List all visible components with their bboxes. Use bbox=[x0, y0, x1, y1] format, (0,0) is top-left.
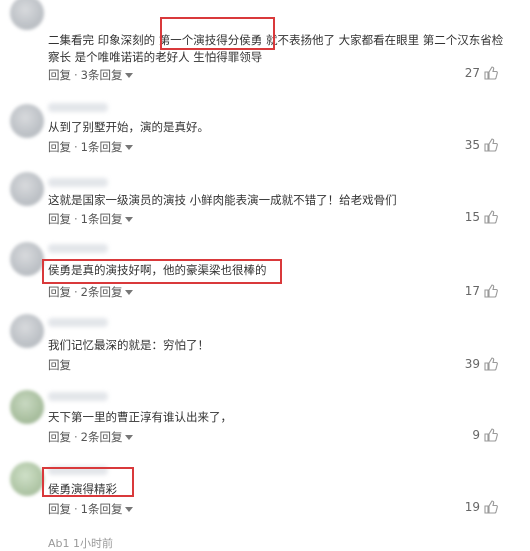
replies-toggle[interactable]: 2条回复 bbox=[81, 284, 123, 300]
comment-text: 侯勇是真的演技好啊，他的豪渠梁也很棒的 bbox=[48, 263, 267, 277]
reply-button[interactable]: 回复 bbox=[48, 211, 71, 227]
like-count: 15 bbox=[464, 210, 480, 224]
reply-button[interactable]: 回复 bbox=[48, 139, 71, 155]
comment-meta: 回复 · 3条回复 bbox=[48, 67, 134, 83]
username[interactable] bbox=[48, 178, 108, 187]
chevron-down-icon[interactable] bbox=[125, 506, 134, 512]
meta-separator: · bbox=[74, 212, 78, 226]
like-button[interactable]: 15 bbox=[465, 210, 498, 224]
comment-text: 侯勇演得精彩 bbox=[48, 482, 117, 496]
avatar[interactable] bbox=[10, 390, 44, 424]
comment-meta: 回复 · 1条回复 bbox=[48, 211, 134, 227]
replies-toggle[interactable]: 1条回复 bbox=[81, 139, 123, 155]
meta-separator: · bbox=[74, 140, 78, 154]
comment-text: 这就是国家一级演员的演技 小鲜肉能表演一成就不错了！给老戏骨们 bbox=[48, 193, 397, 207]
replies-toggle[interactable]: 2条回复 bbox=[81, 429, 123, 445]
comment-item: 这就是国家一级演员的演技 小鲜肉能表演一成就不错了！给老戏骨们 回复 · 1条回… bbox=[0, 172, 530, 238]
username[interactable] bbox=[48, 392, 108, 401]
comment-item: 侯勇演得精彩 回复 · 1条回复 19 bbox=[0, 456, 530, 528]
like-button[interactable]: 19 bbox=[465, 500, 498, 514]
comment-item: 侯勇是真的演技好啊，他的豪渠梁也很棒的 回复 · 2条回复 17 bbox=[0, 238, 530, 304]
meta-separator: · bbox=[74, 430, 78, 444]
reply-button[interactable]: 回复 bbox=[48, 284, 71, 300]
chevron-down-icon[interactable] bbox=[125, 289, 134, 295]
comment-text: 我们记忆最深的就是：穷怕了！ bbox=[48, 338, 209, 352]
like-count: 27 bbox=[464, 66, 480, 80]
replies-toggle[interactable]: 1条回复 bbox=[81, 501, 123, 517]
avatar[interactable] bbox=[10, 104, 44, 138]
comment-item: 天下第一里的曹正淳有谁认出来了， 回复 · 2条回复 9 bbox=[0, 380, 530, 452]
like-count: 17 bbox=[464, 284, 480, 298]
comment-text: 二集看完 印象深刻的 第一个演技得分侯勇 就不表扬他了 大家都看在眼里 第二个汉… bbox=[48, 33, 504, 64]
username[interactable] bbox=[48, 103, 108, 112]
comment-text: 从到了别墅开始，演的是真好。 bbox=[48, 120, 209, 134]
chevron-down-icon[interactable] bbox=[125, 434, 134, 440]
like-button[interactable]: 35 bbox=[465, 138, 498, 152]
meta-separator: · bbox=[74, 285, 78, 299]
like-count: 39 bbox=[464, 357, 480, 371]
like-count: 19 bbox=[464, 500, 480, 514]
avatar[interactable] bbox=[10, 0, 44, 30]
replies-toggle[interactable]: 3条回复 bbox=[81, 67, 123, 83]
reply-button[interactable]: 回复 bbox=[48, 429, 71, 445]
username[interactable] bbox=[48, 244, 108, 253]
like-button[interactable]: 27 bbox=[465, 66, 498, 80]
meta-separator: · bbox=[74, 68, 78, 82]
thumbs-up-icon[interactable] bbox=[484, 428, 498, 442]
reply-button[interactable]: 回复 bbox=[48, 357, 71, 373]
avatar[interactable] bbox=[10, 172, 44, 206]
next-comment-header: Ab1 1小时前 bbox=[48, 537, 114, 550]
thumbs-up-icon[interactable] bbox=[484, 138, 498, 152]
like-button[interactable]: 39 bbox=[465, 357, 498, 371]
thumbs-up-icon[interactable] bbox=[484, 500, 498, 514]
avatar[interactable] bbox=[10, 314, 44, 348]
like-button[interactable]: 9 bbox=[472, 428, 498, 442]
comment-item: 从到了别墅开始，演的是真好。 回复 · 1条回复 35 bbox=[0, 96, 530, 162]
comment-item: 二集看完 印象深刻的 第一个演技得分侯勇 就不表扬他了 大家都看在眼里 第二个汉… bbox=[0, 0, 530, 90]
reply-button[interactable]: 回复 bbox=[48, 67, 71, 83]
comment-meta: 回复 bbox=[48, 357, 71, 373]
comment-meta: 回复 · 2条回复 bbox=[48, 429, 134, 445]
thumbs-up-icon[interactable] bbox=[484, 210, 498, 224]
comment-item: 我们记忆最深的就是：穷怕了！ 回复 39 bbox=[0, 310, 530, 376]
username[interactable] bbox=[48, 318, 108, 327]
like-button[interactable]: 17 bbox=[465, 284, 498, 298]
thumbs-up-icon[interactable] bbox=[484, 66, 498, 80]
avatar[interactable] bbox=[10, 242, 44, 276]
replies-toggle[interactable]: 1条回复 bbox=[81, 211, 123, 227]
like-count: 9 bbox=[472, 428, 480, 442]
thumbs-up-icon[interactable] bbox=[484, 357, 498, 371]
comment-meta: 回复 · 1条回复 bbox=[48, 139, 134, 155]
meta-separator: · bbox=[74, 502, 78, 516]
reply-button[interactable]: 回复 bbox=[48, 501, 71, 517]
chevron-down-icon[interactable] bbox=[125, 144, 134, 150]
thumbs-up-icon[interactable] bbox=[484, 284, 498, 298]
like-count: 35 bbox=[464, 138, 480, 152]
avatar[interactable] bbox=[10, 462, 44, 496]
username[interactable] bbox=[48, 466, 108, 475]
chevron-down-icon[interactable] bbox=[125, 216, 134, 222]
comment-text: 天下第一里的曹正淳有谁认出来了， bbox=[48, 410, 232, 424]
comment-meta: 回复 · 2条回复 bbox=[48, 284, 134, 300]
chevron-down-icon[interactable] bbox=[125, 72, 134, 78]
comment-meta: 回复 · 1条回复 bbox=[48, 501, 134, 517]
